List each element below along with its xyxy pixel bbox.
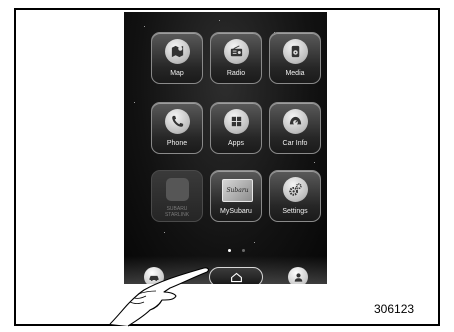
app-tile-map[interactable]: Map <box>151 32 203 84</box>
mysubaru-card-icon: Subaru <box>222 179 253 202</box>
app-tile-mysubaru[interactable]: Subaru MySubaru <box>210 170 262 222</box>
pointing-hand-illustration <box>109 267 209 327</box>
app-tile-phone[interactable]: Phone <box>151 102 203 154</box>
home-icon <box>230 272 242 282</box>
app-label: Radio <box>226 70 246 77</box>
media-icon <box>283 39 308 64</box>
app-label: Apps <box>228 140 244 147</box>
mysubaru-card-text: Subaru <box>226 187 249 194</box>
app-tile-car-info[interactable]: Car Info <box>269 102 321 154</box>
page-dot[interactable] <box>242 249 245 252</box>
app-tile-apps[interactable]: Apps <box>210 102 262 154</box>
car-info-icon <box>283 109 308 134</box>
radio-icon <box>224 39 249 64</box>
infotainment-screen: Map Radio Media Phone Apps Car Info SUBA… <box>124 12 327 284</box>
app-tile-settings[interactable]: Settings <box>269 170 321 222</box>
app-label: Phone <box>166 140 188 147</box>
app-label: SUBARU STARLINK <box>164 206 190 218</box>
app-label: Settings <box>282 208 308 215</box>
user-profile-button[interactable] <box>288 267 308 284</box>
gears-icon <box>283 177 308 202</box>
starlink-placeholder-icon <box>166 178 189 201</box>
app-tile-media[interactable]: Media <box>269 32 321 84</box>
user-icon <box>294 272 302 282</box>
app-label: Car Info <box>282 140 308 147</box>
app-label: MySubaru <box>220 208 252 215</box>
app-label: Media <box>285 70 305 77</box>
phone-icon <box>165 109 190 134</box>
app-label: Map <box>170 70 184 77</box>
page-dot-active[interactable] <box>228 249 231 252</box>
app-tile-radio[interactable]: Radio <box>210 32 262 84</box>
figure-number: 306123 <box>374 302 415 316</box>
apps-grid-icon <box>224 109 249 134</box>
map-icon <box>165 39 190 64</box>
app-tile-starlink[interactable]: SUBARU STARLINK <box>151 170 203 222</box>
